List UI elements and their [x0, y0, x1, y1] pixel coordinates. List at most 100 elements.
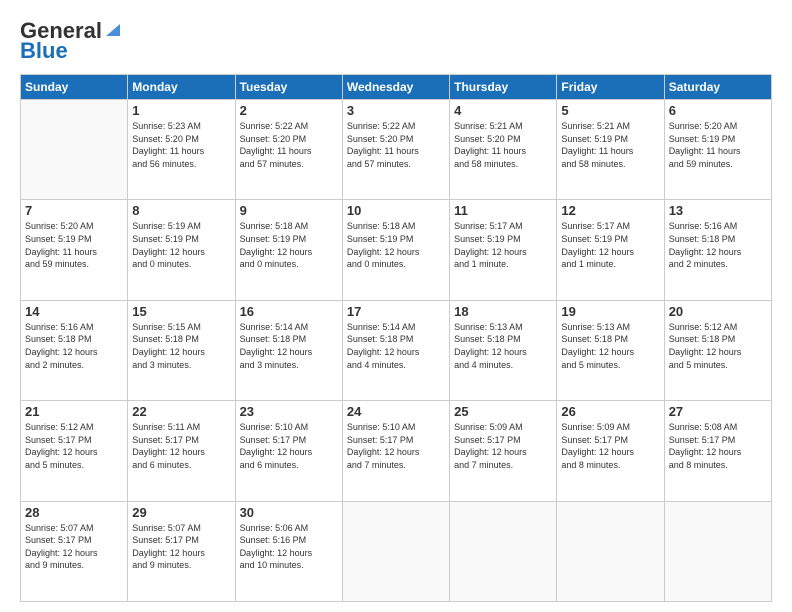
day-of-week-header: Tuesday — [235, 75, 342, 100]
logo-icon — [104, 20, 122, 38]
day-info: Sunrise: 5:07 AMSunset: 5:17 PMDaylight:… — [25, 522, 123, 572]
calendar-cell: 13 Sunrise: 5:16 AMSunset: 5:18 PMDayligh… — [664, 200, 771, 300]
day-info: Sunrise: 5:09 AMSunset: 5:17 PMDaylight:… — [454, 421, 552, 471]
day-info: Sunrise: 5:13 AMSunset: 5:18 PMDaylight:… — [561, 321, 659, 371]
day-of-week-header: Thursday — [450, 75, 557, 100]
calendar-cell: 6 Sunrise: 5:20 AMSunset: 5:19 PMDaylight… — [664, 100, 771, 200]
day-info: Sunrise: 5:16 AMSunset: 5:18 PMDaylight:… — [669, 220, 767, 270]
day-info: Sunrise: 5:08 AMSunset: 5:17 PMDaylight:… — [669, 421, 767, 471]
day-of-week-header: Monday — [128, 75, 235, 100]
calendar-cell: 3Sunrise: 5:22 AMSunset: 5:20 PMDaylight… — [342, 100, 449, 200]
calendar-table: SundayMondayTuesdayWednesdayThursdayFrid… — [20, 74, 772, 602]
calendar-week-row: 7 Sunrise: 5:20 AMSunset: 5:19 PMDaylight… — [21, 200, 772, 300]
day-number: 8 — [132, 203, 230, 218]
day-info: Sunrise: 5:18 AMSunset: 5:19 PMDaylight:… — [347, 220, 445, 270]
calendar-cell: 26Sunrise: 5:09 AMSunset: 5:17 PMDayligh… — [557, 401, 664, 501]
day-number: 17 — [347, 304, 445, 319]
day-number: 5 — [561, 103, 659, 118]
calendar-cell: 5 Sunrise: 5:21 AMSunset: 5:19 PMDaylight… — [557, 100, 664, 200]
day-info: Sunrise: 5:20 AMSunset: 5:19 PMDaylight:… — [25, 220, 123, 270]
day-number: 13 — [669, 203, 767, 218]
day-info: Sunrise: 5:22 AMSunset: 5:20 PMDaylight:… — [240, 120, 338, 170]
day-info: Sunrise: 5:20 AMSunset: 5:19 PMDaylight:… — [669, 120, 767, 170]
day-number: 30 — [240, 505, 338, 520]
calendar-cell: 28 Sunrise: 5:07 AMSunset: 5:17 PMDayligh… — [21, 501, 128, 601]
day-number: 15 — [132, 304, 230, 319]
day-info: Sunrise: 5:10 AMSunset: 5:17 PMDaylight:… — [347, 421, 445, 471]
day-number: 27 — [669, 404, 767, 419]
calendar-cell: 25 Sunrise: 5:09 AMSunset: 5:17 PMDayligh… — [450, 401, 557, 501]
day-number: 16 — [240, 304, 338, 319]
day-number: 12 — [561, 203, 659, 218]
calendar-cell: 24 Sunrise: 5:10 AMSunset: 5:17 PMDayligh… — [342, 401, 449, 501]
day-of-week-header: Sunday — [21, 75, 128, 100]
calendar-cell: 29 Sunrise: 5:07 AMSunset: 5:17 PMDayligh… — [128, 501, 235, 601]
day-info: Sunrise: 5:17 AMSunset: 5:19 PMDaylight:… — [561, 220, 659, 270]
calendar-cell: 15 Sunrise: 5:15 AMSunset: 5:18 PMDayligh… — [128, 300, 235, 400]
day-number: 10 — [347, 203, 445, 218]
calendar-cell: 8 Sunrise: 5:19 AMSunset: 5:19 PMDaylight… — [128, 200, 235, 300]
calendar-cell — [450, 501, 557, 601]
calendar-week-row: 28 Sunrise: 5:07 AMSunset: 5:17 PMDayligh… — [21, 501, 772, 601]
calendar-cell: 19 Sunrise: 5:13 AMSunset: 5:18 PMDayligh… — [557, 300, 664, 400]
calendar-cell: 30Sunrise: 5:06 AMSunset: 5:16 PMDayligh… — [235, 501, 342, 601]
calendar-cell: 12 Sunrise: 5:17 AMSunset: 5:19 PMDayligh… — [557, 200, 664, 300]
day-info: Sunrise: 5:23 AMSunset: 5:20 PMDaylight:… — [132, 120, 230, 170]
day-number: 28 — [25, 505, 123, 520]
day-number: 20 — [669, 304, 767, 319]
day-info: Sunrise: 5:16 AMSunset: 5:18 PMDaylight:… — [25, 321, 123, 371]
day-number: 2 — [240, 103, 338, 118]
day-number: 6 — [669, 103, 767, 118]
day-number: 11 — [454, 203, 552, 218]
calendar-cell: 1 Sunrise: 5:23 AMSunset: 5:20 PMDaylight… — [128, 100, 235, 200]
day-number: 19 — [561, 304, 659, 319]
day-number: 29 — [132, 505, 230, 520]
day-info: Sunrise: 5:09 AMSunset: 5:17 PMDaylight:… — [561, 421, 659, 471]
day-info: Sunrise: 5:12 AMSunset: 5:17 PMDaylight:… — [25, 421, 123, 471]
day-number: 18 — [454, 304, 552, 319]
day-number: 4 — [454, 103, 552, 118]
calendar-cell: 4 Sunrise: 5:21 AMSunset: 5:20 PMDaylight… — [450, 100, 557, 200]
calendar-cell: 20 Sunrise: 5:12 AMSunset: 5:18 PMDayligh… — [664, 300, 771, 400]
day-info: Sunrise: 5:07 AMSunset: 5:17 PMDaylight:… — [132, 522, 230, 572]
calendar-week-row: 1 Sunrise: 5:23 AMSunset: 5:20 PMDaylight… — [21, 100, 772, 200]
day-info: Sunrise: 5:21 AMSunset: 5:19 PMDaylight:… — [561, 120, 659, 170]
day-info: Sunrise: 5:15 AMSunset: 5:18 PMDaylight:… — [132, 321, 230, 371]
calendar-cell: 17Sunrise: 5:14 AMSunset: 5:18 PMDayligh… — [342, 300, 449, 400]
calendar-cell — [664, 501, 771, 601]
day-info: Sunrise: 5:18 AMSunset: 5:19 PMDaylight:… — [240, 220, 338, 270]
calendar-week-row: 21 Sunrise: 5:12 AMSunset: 5:17 PMDayligh… — [21, 401, 772, 501]
day-of-week-header: Saturday — [664, 75, 771, 100]
calendar-cell — [342, 501, 449, 601]
day-info: Sunrise: 5:12 AMSunset: 5:18 PMDaylight:… — [669, 321, 767, 371]
calendar-cell: 16 Sunrise: 5:14 AMSunset: 5:18 PMDayligh… — [235, 300, 342, 400]
calendar-cell: 7 Sunrise: 5:20 AMSunset: 5:19 PMDaylight… — [21, 200, 128, 300]
day-number: 7 — [25, 203, 123, 218]
calendar-cell: 14 Sunrise: 5:16 AMSunset: 5:18 PMDayligh… — [21, 300, 128, 400]
calendar-cell: 10 Sunrise: 5:18 AMSunset: 5:19 PMDayligh… — [342, 200, 449, 300]
calendar-cell: 18 Sunrise: 5:13 AMSunset: 5:18 PMDayligh… — [450, 300, 557, 400]
day-info: Sunrise: 5:13 AMSunset: 5:18 PMDaylight:… — [454, 321, 552, 371]
day-info: Sunrise: 5:21 AMSunset: 5:20 PMDaylight:… — [454, 120, 552, 170]
calendar-cell: 27 Sunrise: 5:08 AMSunset: 5:17 PMDayligh… — [664, 401, 771, 501]
day-number: 22 — [132, 404, 230, 419]
page-header: General Blue — [20, 18, 772, 64]
day-number: 21 — [25, 404, 123, 419]
day-number: 1 — [132, 103, 230, 118]
day-number: 23 — [240, 404, 338, 419]
day-info: Sunrise: 5:10 AMSunset: 5:17 PMDaylight:… — [240, 421, 338, 471]
day-info: Sunrise: 5:11 AMSunset: 5:17 PMDaylight:… — [132, 421, 230, 471]
calendar-cell: 11Sunrise: 5:17 AMSunset: 5:19 PMDayligh… — [450, 200, 557, 300]
day-info: Sunrise: 5:14 AMSunset: 5:18 PMDaylight:… — [240, 321, 338, 371]
calendar-week-row: 14 Sunrise: 5:16 AMSunset: 5:18 PMDayligh… — [21, 300, 772, 400]
calendar-cell: 21 Sunrise: 5:12 AMSunset: 5:17 PMDayligh… — [21, 401, 128, 501]
day-number: 3 — [347, 103, 445, 118]
logo-blue: Blue — [20, 38, 68, 64]
day-number: 25 — [454, 404, 552, 419]
day-number: 14 — [25, 304, 123, 319]
calendar-cell: 23 Sunrise: 5:10 AMSunset: 5:17 PMDayligh… — [235, 401, 342, 501]
day-number: 24 — [347, 404, 445, 419]
calendar-header-row: SundayMondayTuesdayWednesdayThursdayFrid… — [21, 75, 772, 100]
day-info: Sunrise: 5:19 AMSunset: 5:19 PMDaylight:… — [132, 220, 230, 270]
day-number: 9 — [240, 203, 338, 218]
